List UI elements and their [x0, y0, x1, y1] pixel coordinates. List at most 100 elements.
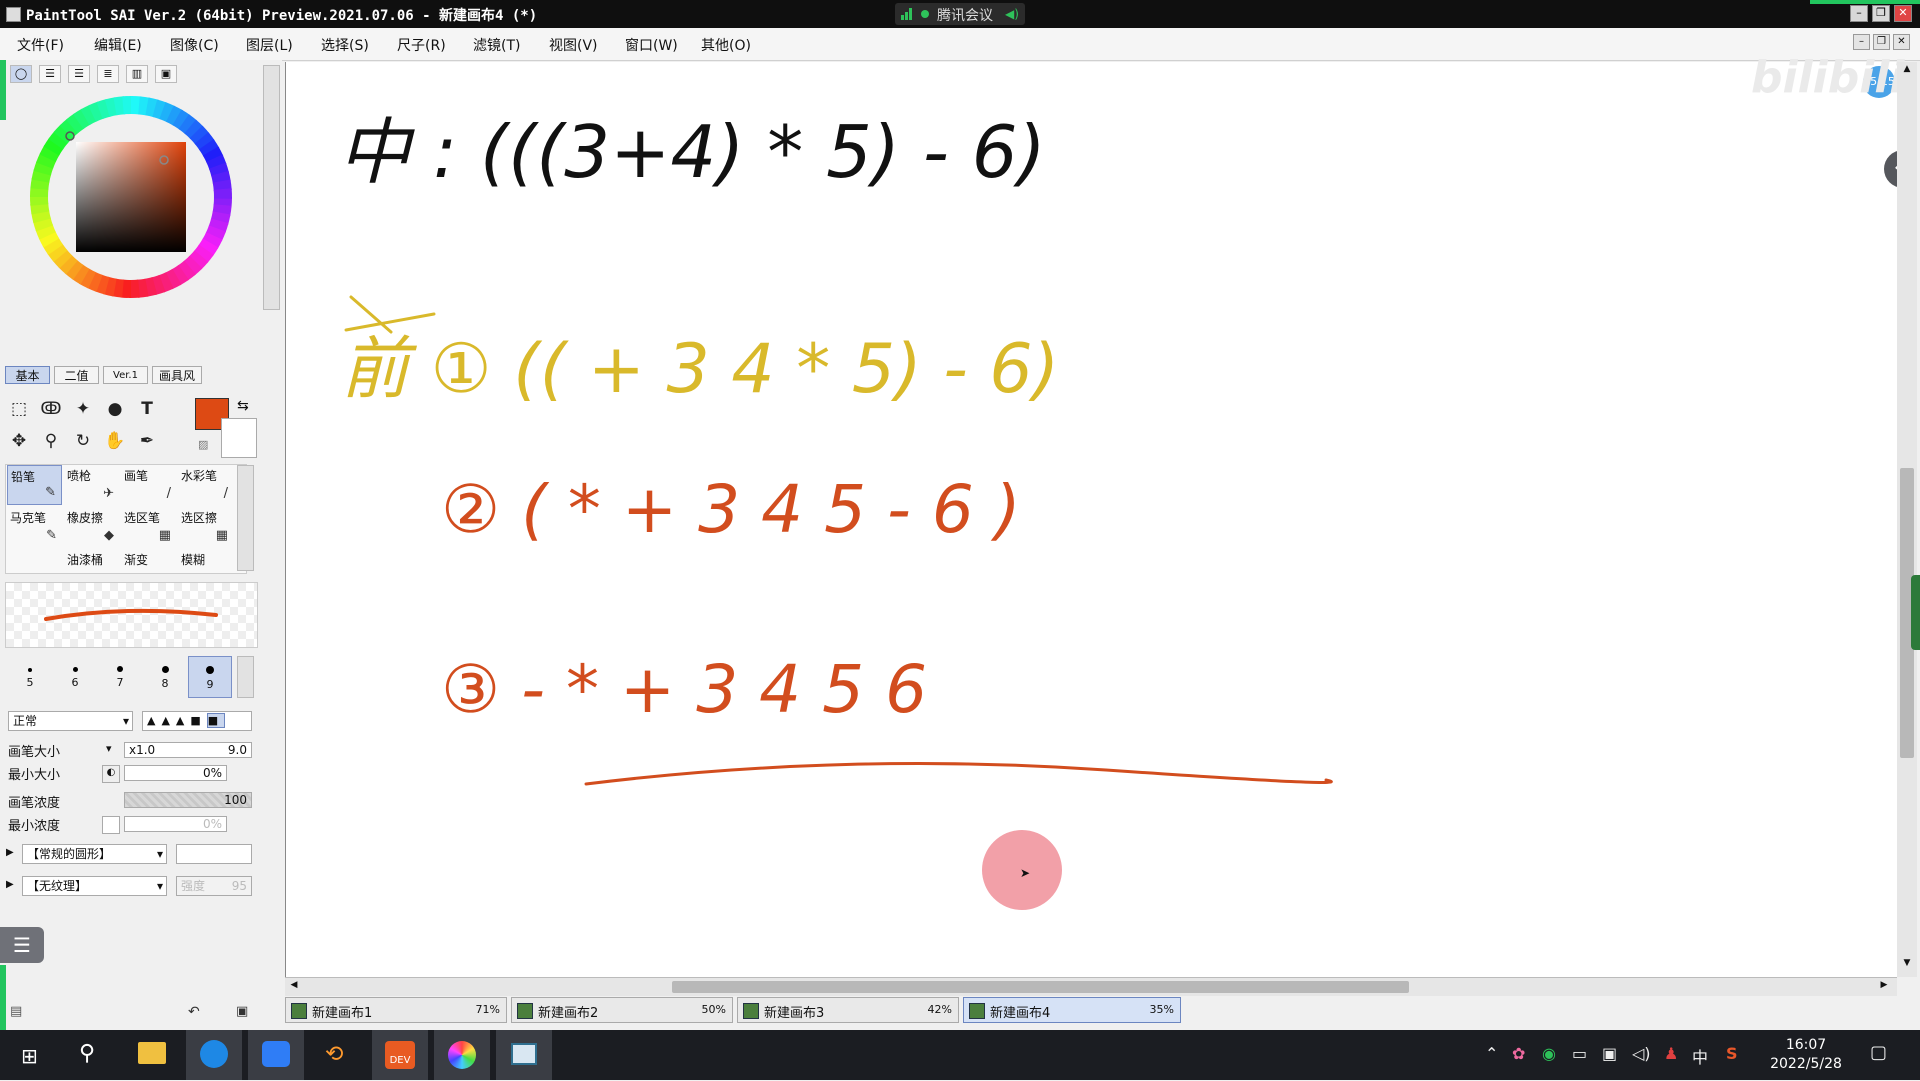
background-color-swatch[interactable]	[221, 418, 257, 458]
lasso-icon[interactable]: ↂ	[38, 396, 64, 422]
system-clock[interactable]: 16:07 2022/5/28	[1762, 1036, 1850, 1074]
min-size-field[interactable]: 0%	[124, 765, 227, 781]
scroll-up-icon[interactable]: ▲	[1897, 64, 1917, 78]
doc-tab-2[interactable]: 新建画布2 50%	[511, 997, 733, 1023]
color-hsv-tab-icon[interactable]: ☰	[68, 65, 90, 83]
brush-marker[interactable]: 马克笔 ✎	[7, 507, 62, 547]
expand-arrow-icon[interactable]: ▶	[6, 847, 14, 858]
taskbar-explorer[interactable]	[124, 1030, 180, 1080]
color-panel-scrollbar[interactable]	[263, 65, 280, 310]
tab-binary[interactable]: 二值	[54, 366, 99, 384]
taskbar-window[interactable]	[496, 1030, 552, 1080]
color-rgb-tab-icon[interactable]: ☰	[39, 65, 61, 83]
brush-airbrush[interactable]: 喷枪 ✈	[64, 465, 119, 505]
text-tool-icon[interactable]: T	[134, 396, 160, 422]
tab-ver1[interactable]: Ver.1	[103, 366, 148, 384]
chevron-down-icon[interactable]: ▾	[106, 742, 112, 755]
menu-ruler[interactable]: 尺子(R)	[397, 35, 446, 55]
texture-strength-field[interactable]: 强度 95	[176, 876, 252, 896]
taskbar-devapp[interactable]: DEV	[372, 1030, 428, 1080]
scroll-left-icon[interactable]: ◀	[287, 980, 301, 993]
brush-gradient[interactable]: 渐变	[121, 549, 176, 571]
brush-select-eraser[interactable]: 选区擦 ▦	[178, 507, 233, 547]
size-scrollbar[interactable]	[237, 656, 254, 698]
brush-shape-selector[interactable]: ▲▲▲■■	[142, 711, 252, 731]
move-icon[interactable]: ✥	[6, 428, 32, 454]
scroll-down-icon[interactable]: ▼	[1897, 958, 1917, 972]
taskbar-recorder[interactable]: ⟲	[310, 1030, 366, 1080]
min-size-pressure-icon[interactable]: ◐	[102, 765, 120, 783]
texture-select[interactable]: 【无纹理】 ▾	[22, 876, 167, 896]
brush-select-pen[interactable]: 选区笔 ▦	[121, 507, 176, 547]
size-cell[interactable]: 6	[53, 656, 97, 698]
vertical-scrollbar[interactable]: ▲ ▼	[1897, 62, 1917, 977]
side-handle[interactable]	[1911, 575, 1920, 650]
notification-icon[interactable]: ▢	[1870, 1042, 1887, 1063]
brush-bucket[interactable]: 油漆桶	[64, 549, 119, 571]
search-button[interactable]: ⚲	[62, 1030, 118, 1080]
taskbar-sai[interactable]	[434, 1030, 490, 1080]
menu-file[interactable]: 文件(F)	[17, 35, 64, 55]
expand-arrow-icon[interactable]: ▶	[6, 879, 14, 890]
taskbar-browser[interactable]	[186, 1030, 242, 1080]
battery-icon[interactable]: ▭	[1572, 1044, 1587, 1063]
brush-grid-scrollbar[interactable]	[237, 465, 254, 571]
scroll-right-icon[interactable]: ▶	[1877, 980, 1891, 993]
horizontal-scrollbar[interactable]: ◀ ▶	[285, 977, 1897, 996]
hand-icon[interactable]: ✋	[102, 428, 128, 454]
shape-icon[interactable]: ●	[102, 396, 128, 422]
min-density-checkbox[interactable]	[102, 816, 120, 834]
brush-eraser[interactable]: 橡皮擦 ◆	[64, 507, 119, 547]
doc-tab-1[interactable]: 新建画布1 71%	[285, 997, 507, 1023]
menu-layer[interactable]: 图层(L)	[246, 35, 293, 55]
undo-icon[interactable]: ↶	[188, 1004, 200, 1020]
size-cell[interactable]: 8	[143, 656, 187, 698]
menu-view[interactable]: 视图(V)	[549, 35, 598, 55]
eyedropper-icon[interactable]: ✒	[134, 428, 160, 454]
save-icon[interactable]: ▣	[236, 1004, 248, 1019]
restore-button[interactable]: ❐	[1872, 5, 1890, 22]
doc-minimize-button[interactable]: –	[1853, 34, 1870, 50]
tab-painter-style[interactable]: 画具风	[152, 366, 202, 384]
menu-filter[interactable]: 滤镜(T)	[473, 35, 520, 55]
minimize-button[interactable]: –	[1850, 5, 1868, 22]
brush-blur[interactable]: 模糊	[178, 549, 233, 571]
blend-mode-select[interactable]: 正常 ▾	[8, 711, 133, 731]
sogou-ime-icon[interactable]: S	[1726, 1044, 1738, 1063]
swap-colors-icon[interactable]: ⇆	[237, 398, 249, 414]
tray-expand-icon[interactable]: ⌃	[1485, 1044, 1498, 1063]
brush-pencil[interactable]: 铅笔 ✎	[7, 465, 62, 505]
min-density-field[interactable]: 0%	[124, 816, 227, 832]
brush-watercolor[interactable]: 水彩笔 /	[178, 465, 233, 505]
list-menu-icon[interactable]: ☰	[0, 927, 44, 963]
doc-tab-3[interactable]: 新建画布3 42%	[737, 997, 959, 1023]
menu-image[interactable]: 图像(C)	[170, 35, 219, 55]
density-slider[interactable]: 100	[124, 792, 252, 808]
menu-other[interactable]: 其他(O)	[701, 35, 751, 55]
rect-select-icon[interactable]: ⬚	[6, 396, 32, 422]
doc-tab-4[interactable]: 新建画布4 35%	[963, 997, 1181, 1023]
volume-icon[interactable]: ◁)	[1632, 1044, 1651, 1063]
start-button[interactable]: ⊞	[2, 1030, 58, 1080]
horizontal-scroll-thumb[interactable]	[672, 981, 1409, 993]
doc-close-button[interactable]: ✕	[1893, 34, 1910, 50]
rotate-icon[interactable]: ↻	[70, 428, 96, 454]
color-wheel[interactable]	[28, 94, 234, 300]
wechat-icon[interactable]: ◉	[1542, 1044, 1556, 1063]
tray-flower-icon[interactable]: ✿	[1512, 1044, 1525, 1063]
close-button[interactable]: ✕	[1894, 5, 1912, 22]
size-cell[interactable]: 7	[98, 656, 142, 698]
tab-basic[interactable]: 基本	[5, 366, 50, 384]
menu-select[interactable]: 选择(S)	[321, 35, 369, 55]
tray-app-icon[interactable]: ♟	[1664, 1044, 1678, 1063]
drawing-canvas[interactable]: 中 : (((3+4) * 5) - 6) 前 ① (( + 3 4 * 5) …	[285, 52, 1914, 977]
layer-panel-icon[interactable]: ▤	[10, 1004, 22, 1019]
network-icon[interactable]: ▣	[1602, 1044, 1617, 1063]
color-scratch-tab-icon[interactable]: ▥	[126, 65, 148, 83]
meeting-indicator[interactable]: 腾讯会议 ◀)	[895, 3, 1025, 25]
brush-brush[interactable]: 画笔 /	[121, 465, 176, 505]
brush-shape-select[interactable]: 【常规的圆形】 ▾	[22, 844, 167, 864]
transparent-color-icon[interactable]: ▨	[198, 438, 208, 451]
taskbar-meeting[interactable]	[248, 1030, 304, 1080]
menu-window[interactable]: 窗口(W)	[625, 35, 678, 55]
